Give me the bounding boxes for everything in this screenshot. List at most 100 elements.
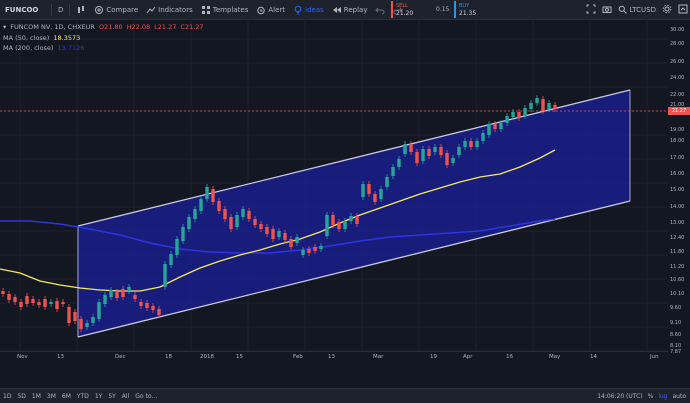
ideas-label: Ideas bbox=[305, 5, 324, 14]
candle-body bbox=[517, 112, 521, 118]
log-toggle[interactable]: log bbox=[658, 393, 667, 400]
candle-body bbox=[235, 215, 239, 227]
candle-body bbox=[397, 159, 401, 167]
candle-body bbox=[541, 99, 545, 111]
chart-properties-button[interactable] bbox=[678, 4, 688, 16]
candle-body bbox=[529, 103, 533, 109]
legend-main-row: ▾ FUNCOM NV, 1D, CHXEUR O21.80 H22.08 L2… bbox=[3, 22, 204, 33]
candle-body bbox=[427, 149, 431, 156]
time-axis-label: Jun bbox=[650, 354, 659, 360]
price-axis[interactable]: 30.0028.0026.0024.0022.0021.0020.0019.00… bbox=[668, 19, 690, 383]
camera-icon bbox=[602, 6, 612, 13]
ideas-button[interactable]: Ideas bbox=[289, 0, 328, 19]
candle-body bbox=[523, 108, 527, 116]
candle-body bbox=[121, 289, 125, 297]
candle-body bbox=[331, 215, 335, 225]
undo-icon bbox=[375, 7, 385, 14]
price-axis-label: 10.10 bbox=[670, 291, 685, 297]
time-axis-label: Mar bbox=[373, 354, 384, 360]
symbol-search[interactable]: FUNCOO bbox=[0, 0, 49, 19]
compare-button[interactable]: Compare bbox=[90, 0, 142, 19]
price-axis-label: 14.00 bbox=[670, 204, 685, 210]
candle-body bbox=[307, 249, 311, 253]
legend-ma50-label: MA (50, close) bbox=[3, 33, 50, 42]
sell-button[interactable]: SELL 21.20 bbox=[391, 1, 436, 18]
camera-button[interactable] bbox=[602, 4, 612, 16]
buy-button[interactable]: BUY 21.35 bbox=[454, 1, 499, 18]
templates-button[interactable]: Templates bbox=[197, 0, 253, 19]
candle-body bbox=[409, 144, 413, 152]
candle-body bbox=[223, 209, 227, 219]
candle-body bbox=[7, 294, 11, 300]
range-5d[interactable]: 5D bbox=[14, 393, 28, 400]
candle-body bbox=[547, 103, 551, 109]
goto-button[interactable]: Go to... bbox=[132, 393, 160, 400]
candle-body bbox=[433, 147, 437, 152]
toolbar-divider bbox=[69, 3, 71, 16]
candle-body bbox=[277, 231, 281, 237]
legend-collapse-icon[interactable]: ▾ bbox=[3, 22, 6, 33]
candles-style-button[interactable] bbox=[72, 0, 90, 19]
candle-body bbox=[313, 247, 317, 251]
candle-body bbox=[163, 264, 167, 287]
clock-time[interactable]: 14:06:20 (UTC) bbox=[597, 393, 642, 400]
lightbulb-icon bbox=[294, 5, 302, 14]
spread-value: 0.15 bbox=[436, 6, 450, 13]
time-axis[interactable]: Nov 13 Dec 18 2018 15 Feb 13 Mar 19 Apr 16 May 14 Jun bbox=[0, 351, 668, 364]
candle-body bbox=[145, 303, 149, 308]
price-axis-label: 11.80 bbox=[670, 249, 685, 255]
candle-body bbox=[13, 297, 17, 302]
undo-button[interactable] bbox=[371, 0, 389, 19]
candle-body bbox=[247, 211, 251, 219]
compare-symbol-field[interactable]: LTCUSD bbox=[618, 5, 656, 14]
percent-toggle[interactable]: % bbox=[648, 393, 654, 400]
interval-button[interactable]: D bbox=[54, 0, 67, 19]
fullscreen-button[interactable] bbox=[586, 4, 596, 16]
settings-button[interactable] bbox=[662, 4, 672, 16]
range-all[interactable]: All bbox=[119, 393, 132, 400]
range-3m[interactable]: 3M bbox=[44, 393, 59, 400]
time-axis-label: May bbox=[549, 354, 561, 360]
legend-ma200-row[interactable]: MA (200, close) 13.7126 bbox=[3, 43, 204, 54]
range-6m[interactable]: 6M bbox=[59, 393, 74, 400]
price-axis-label: 24.00 bbox=[670, 75, 685, 81]
replay-button[interactable]: Replay bbox=[328, 0, 372, 19]
time-axis-label: Feb bbox=[293, 354, 303, 360]
candle-body bbox=[469, 141, 473, 147]
price-axis-label: 30.00 bbox=[670, 27, 685, 33]
compare-symbol-text: LTCUSD bbox=[629, 5, 656, 14]
indicators-button[interactable]: Indicators bbox=[142, 0, 197, 19]
candle-body bbox=[265, 227, 269, 234]
auto-toggle[interactable]: auto bbox=[672, 393, 686, 400]
candle-body bbox=[187, 217, 191, 229]
range-ytd[interactable]: YTD bbox=[74, 393, 92, 400]
time-axis-label: 19 bbox=[430, 354, 437, 360]
candle-body bbox=[169, 254, 173, 265]
indicators-label: Indicators bbox=[158, 5, 193, 14]
candle-body bbox=[457, 147, 461, 155]
alert-button[interactable]: Alert bbox=[252, 0, 289, 19]
right-tools: LTCUSD bbox=[586, 0, 688, 19]
candle-body bbox=[487, 124, 491, 135]
time-axis-label: 2018 bbox=[200, 354, 214, 360]
range-1d[interactable]: 1D bbox=[0, 393, 14, 400]
price-axis-label: 18.00 bbox=[670, 138, 685, 144]
candle-body bbox=[511, 112, 515, 117]
templates-icon bbox=[201, 5, 210, 14]
price-axis-label: 9.60 bbox=[670, 305, 682, 311]
legend-ma50-row[interactable]: MA (50, close) 18.3573 bbox=[3, 33, 204, 44]
candle-body bbox=[85, 323, 89, 327]
time-axis-label: Dec bbox=[115, 354, 126, 360]
range-1y[interactable]: 1Y bbox=[92, 393, 105, 400]
candle-body bbox=[361, 184, 365, 197]
time-axis-label: 15 bbox=[236, 354, 243, 360]
gear-icon bbox=[662, 4, 672, 13]
candle-body bbox=[553, 105, 557, 109]
candle-body bbox=[175, 239, 179, 255]
range-1m[interactable]: 1M bbox=[29, 393, 44, 400]
range-5y[interactable]: 5Y bbox=[105, 393, 118, 400]
candle-body bbox=[91, 317, 95, 323]
candle-body bbox=[415, 152, 419, 163]
candle-body bbox=[139, 302, 143, 306]
price-chart[interactable] bbox=[0, 19, 668, 351]
